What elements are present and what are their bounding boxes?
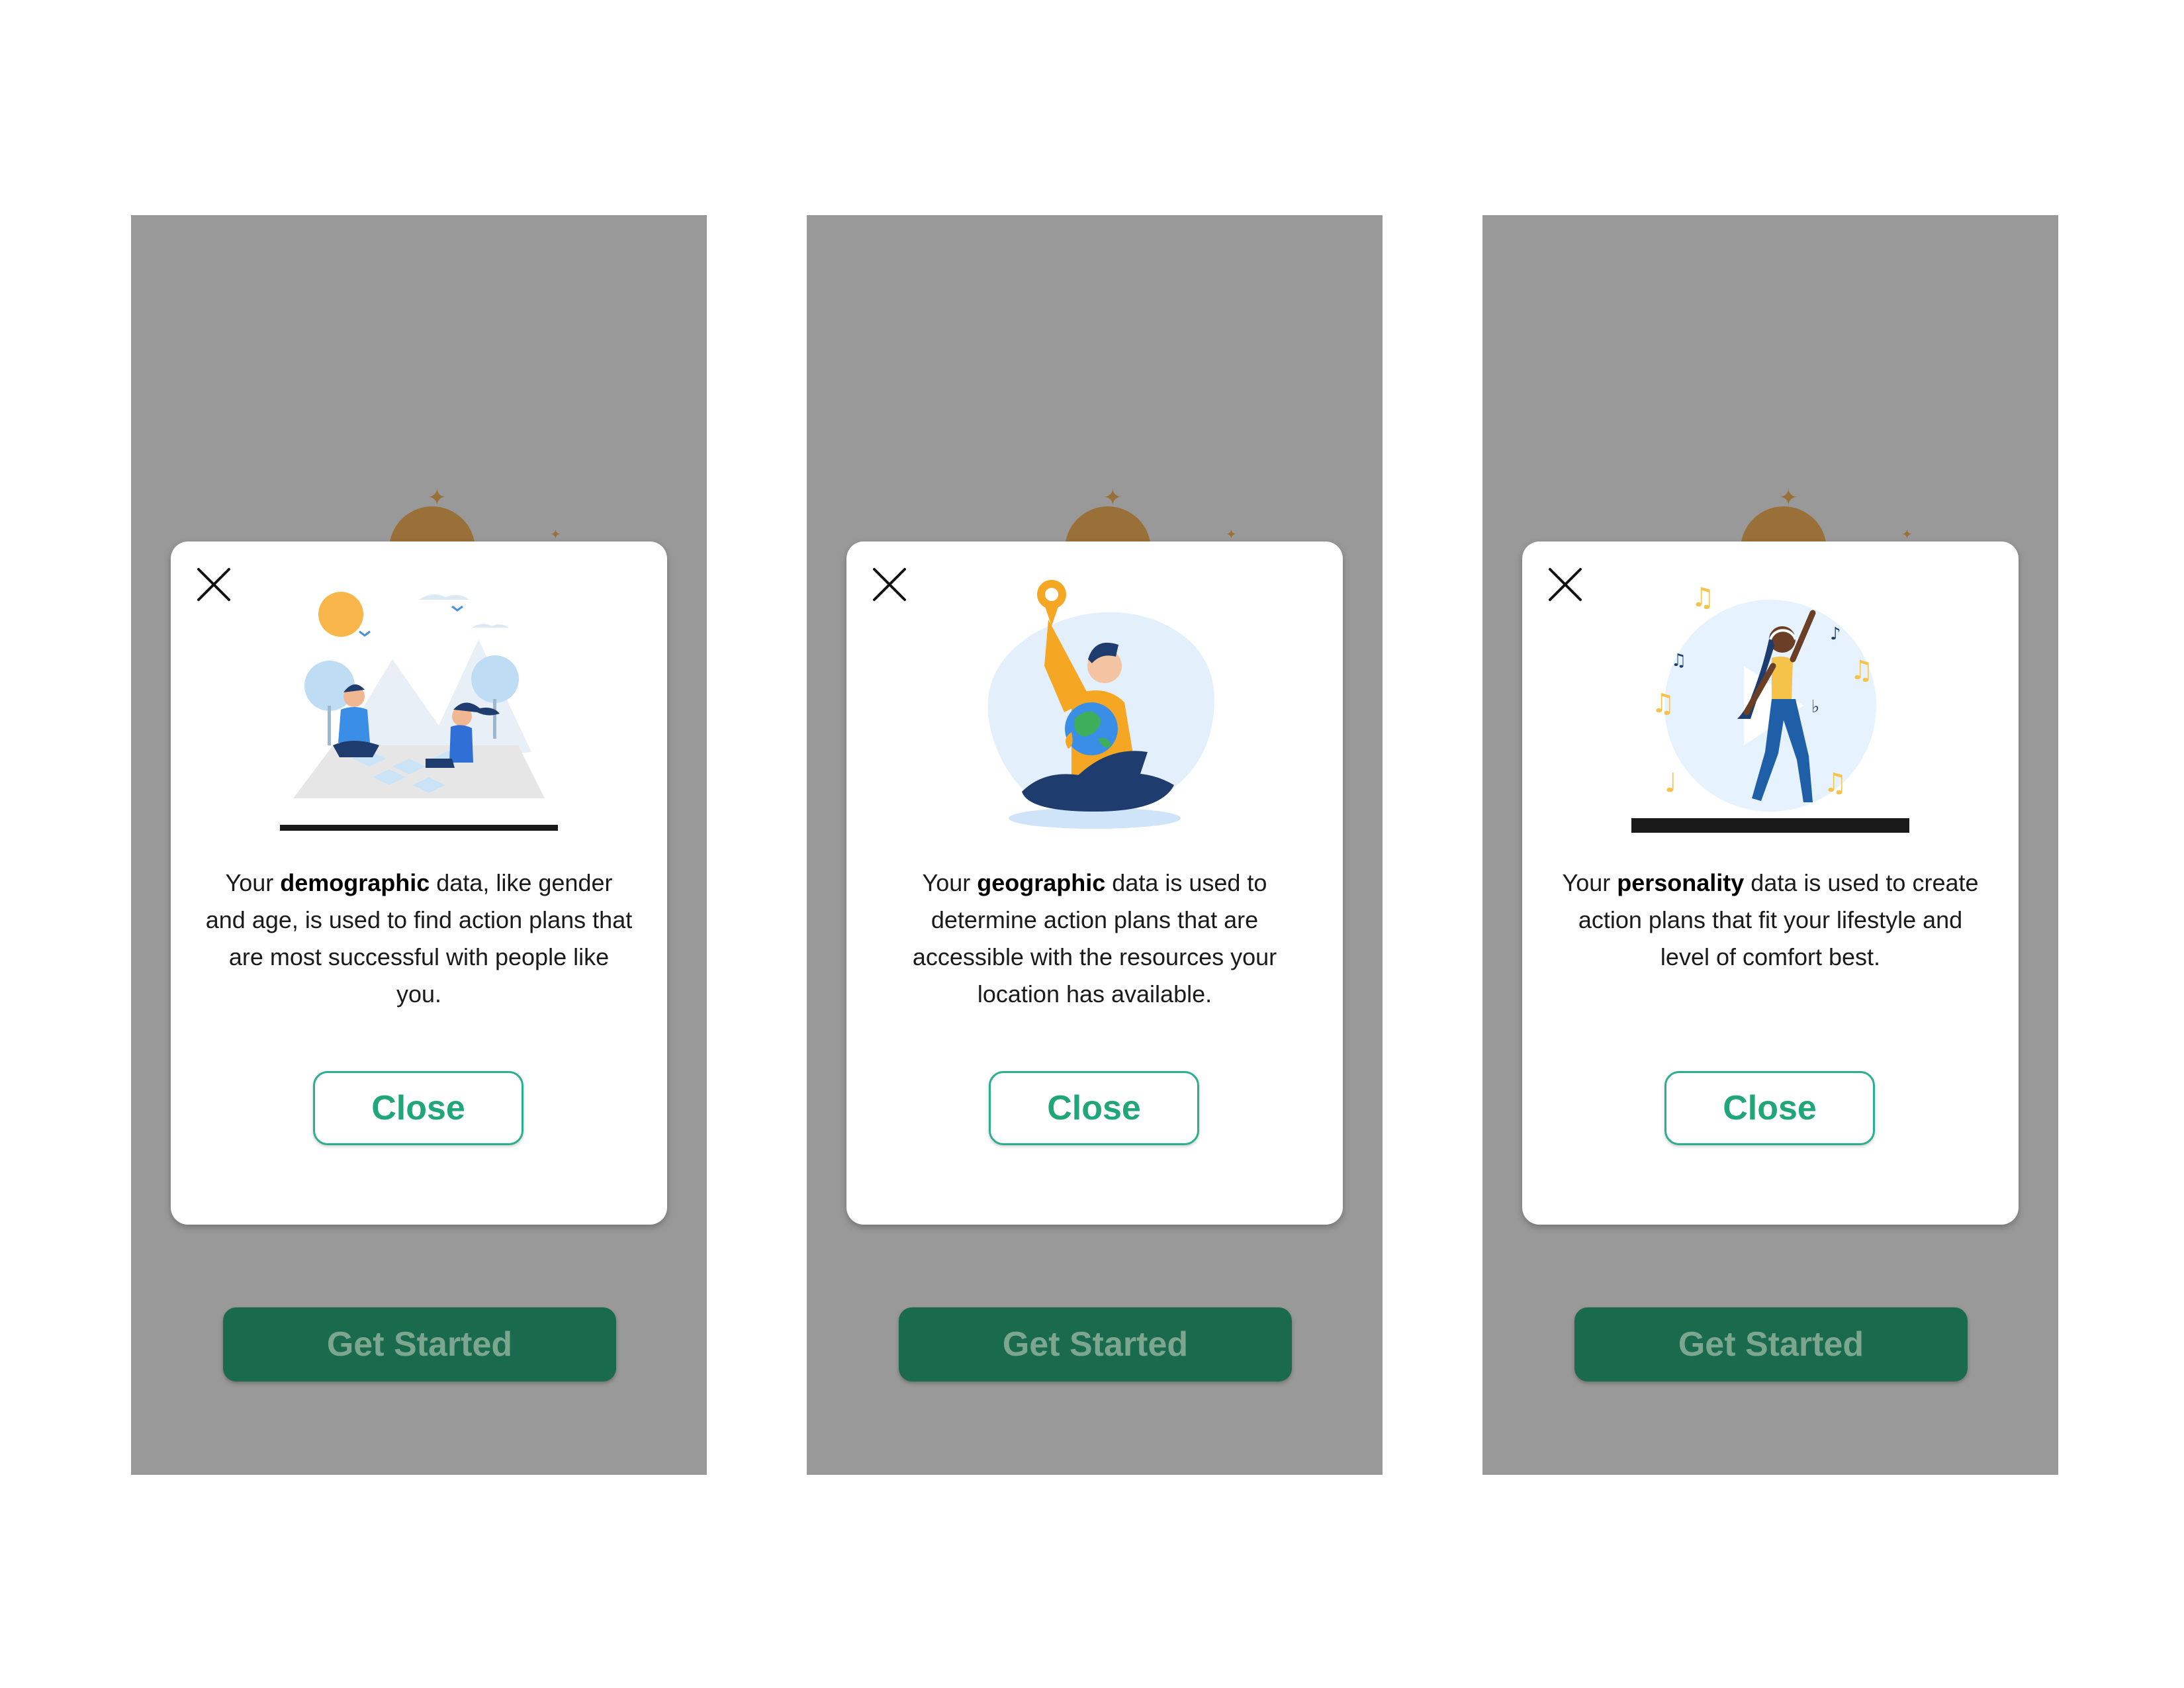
sparkle-icon: ✦ [1103,485,1122,510]
description-text: Your geographic data is used to determin… [912,869,1277,1008]
svg-text:♫: ♫ [1850,655,1874,686]
svg-text:♫: ♫ [1691,583,1715,613]
close-icon[interactable] [196,567,232,602]
get-started-button[interactable]: Get Started [899,1307,1292,1382]
sparkle-icon: ✦ [428,485,447,510]
description-keyword: demographic [280,869,430,896]
svg-text:♩: ♩ [1664,768,1677,798]
onboarding-screen-demographic: ✦ ✦ Your demographic data, like gender a… [131,215,707,1475]
onboarding-screen-personality: ✦ ✦ ♫ ♫ ♫ ♫ ♩ ♫ ♪ ♭ Your personality dat… [1482,215,2058,1475]
info-modal: Your geographic data is used to determin… [846,541,1343,1225]
description-text: Your personality data is used to create … [1562,869,1979,970]
close-button[interactable]: Close [313,1071,523,1145]
music-illustration: ♫ ♫ ♫ ♫ ♩ ♫ ♪ ♭ [1631,580,1909,838]
info-modal: Your demographic data, like gender and a… [171,541,667,1225]
info-modal: ♫ ♫ ♫ ♫ ♩ ♫ ♪ ♭ Your personality data is… [1522,541,2019,1225]
sparkle-icon: ✦ [1901,528,1913,542]
sparkle-icon: ✦ [1226,528,1237,542]
onboarding-screen-geographic: ✦ ✦ Your geographic data is used to dete… [807,215,1383,1475]
svg-text:♫: ♫ [1671,651,1686,671]
close-icon[interactable] [1547,567,1583,602]
description-keyword: personality [1617,869,1745,896]
description-keyword: geographic [977,869,1106,896]
svg-text:♭: ♭ [1811,697,1819,717]
sparkle-icon: ✦ [550,528,561,542]
close-button[interactable]: Close [989,1071,1199,1145]
get-started-button[interactable]: Get Started [1574,1307,1968,1382]
svg-text:♫: ♫ [1823,768,1847,798]
close-icon[interactable] [872,567,907,602]
close-button[interactable]: Close [1664,1071,1875,1145]
svg-text:♪: ♪ [1830,624,1841,644]
get-started-button[interactable]: Get Started [223,1307,616,1382]
svg-text:♫: ♫ [1651,688,1675,719]
description-text: Your demographic data, like gender and a… [205,869,633,1008]
sparkle-icon: ✦ [1779,485,1798,510]
globe-illustration [956,580,1234,838]
picnic-illustration [280,580,558,838]
